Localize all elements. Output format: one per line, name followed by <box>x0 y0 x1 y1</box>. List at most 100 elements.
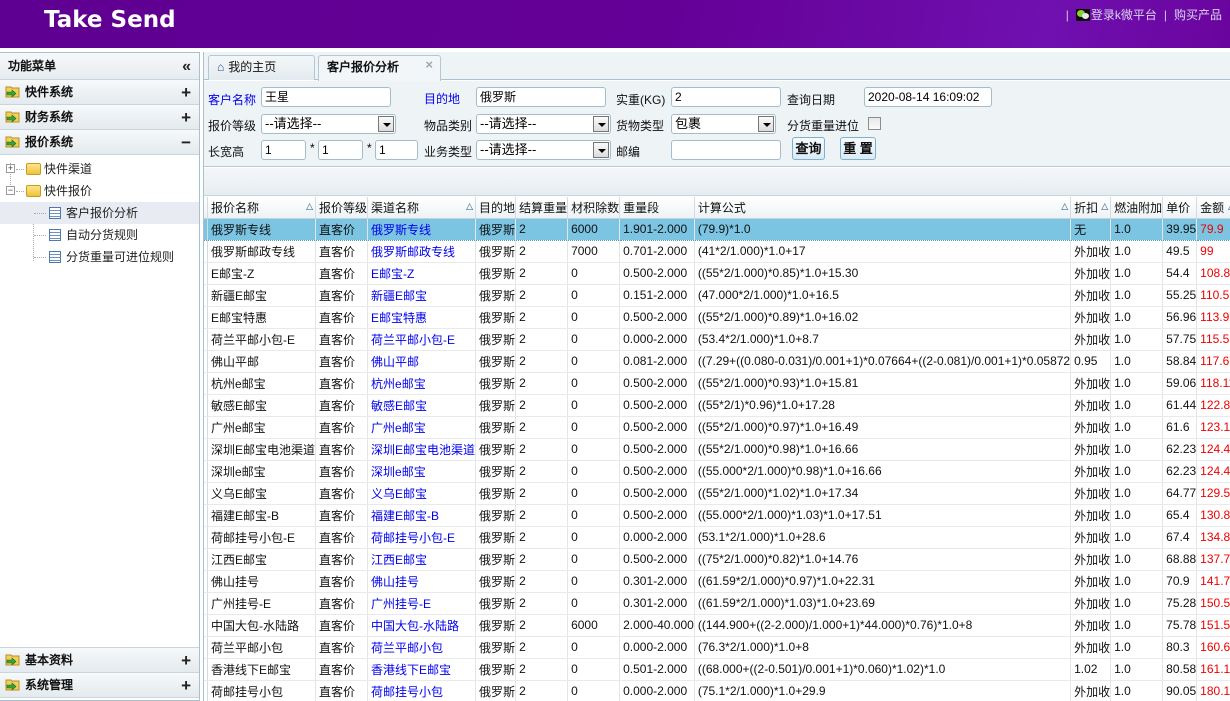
expand-icon[interactable]: + <box>181 673 191 698</box>
column-header-weight-range[interactable]: 重量段 <box>619 197 695 219</box>
tree-collapse-icon[interactable]: − <box>6 186 15 195</box>
cell-channel-name[interactable]: 佛山挂号 <box>367 570 477 593</box>
width-input[interactable]: 1 <box>318 140 363 160</box>
collapse-icon[interactable]: − <box>181 130 191 155</box>
table-row[interactable]: 义乌E邮宝 直客价 义乌E邮宝 俄罗斯 2 0 0.500-2.000 ((55*2/1.00… <box>204 482 1230 505</box>
expand-icon[interactable]: + <box>181 648 191 673</box>
table-row[interactable]: 香港线下E邮宝 直客价 香港线下E邮宝 俄罗斯 2 0 0.501-2.000 ((68.00… <box>204 658 1230 681</box>
table-row[interactable]: 新疆E邮宝 直客价 新疆E邮宝 俄罗斯 2 0 0.151-2.000 (47.000*2/1… <box>204 284 1230 307</box>
tab-customer-quote-analysis[interactable]: 客户报价分析 × <box>318 55 441 81</box>
table-row[interactable]: 深圳E邮宝电池渠道 直客价 深圳E邮宝电池渠道 俄罗斯 2 0 0.500-2.000 ((5… <box>204 438 1230 461</box>
column-header-fuel-surcharge[interactable]: 燃油附加 <box>1110 197 1164 219</box>
query-date-input[interactable]: 2020-08-14 16:09:02 <box>864 87 992 107</box>
column-header-billing-weight[interactable]: 结算重量 <box>515 197 569 219</box>
cell-channel-name[interactable]: 俄罗斯专线 <box>367 218 477 241</box>
column-header-channel-name[interactable]: 渠道名称 △ <box>367 197 477 219</box>
chevron-down-icon[interactable] <box>378 116 394 132</box>
table-row[interactable]: 俄罗斯邮政专线 直客价 俄罗斯邮政专线 俄罗斯 2 7000 0.701-2.000 (41*… <box>204 240 1230 263</box>
height-input[interactable]: 1 <box>375 140 418 160</box>
buy-product-link[interactable]: 购买产品 <box>1174 6 1222 23</box>
cell-channel-name[interactable]: 杭州e邮宝 <box>367 372 477 395</box>
length-input[interactable]: 1 <box>261 140 306 160</box>
table-row[interactable]: 荷邮挂号小包-E 直客价 荷邮挂号小包-E 俄罗斯 2 0 0.000-2.000 (53.1… <box>204 526 1230 549</box>
expand-icon[interactable]: + <box>181 80 191 105</box>
table-row[interactable]: 广州e邮宝 直客价 广州e邮宝 俄罗斯 2 0 0.500-2.000 ((55*2/1.00… <box>204 416 1230 439</box>
wechat-login-link[interactable]: 登录k微平台 <box>1091 6 1157 23</box>
cargo-type-select[interactable]: 包裹 <box>671 114 776 134</box>
expand-icon[interactable]: + <box>181 105 191 130</box>
sidebar-section-basic-data[interactable]: 基本资料 + <box>0 648 199 673</box>
cell-channel-name[interactable]: E邮宝特惠 <box>367 306 477 329</box>
cell-channel-name[interactable]: E邮宝-Z <box>367 262 477 285</box>
cell-channel-name[interactable]: 佛山平邮 <box>367 350 477 373</box>
sort-icon[interactable]: △ <box>1101 201 1108 212</box>
table-row[interactable]: 广州挂号-E 直客价 广州挂号-E 俄罗斯 2 0 0.301-2.000 ((61.59*2… <box>204 592 1230 615</box>
tree-item-customer-quote-analysis[interactable]: 客户报价分析 <box>0 202 199 224</box>
column-header-quote-name[interactable]: 报价名称 △ <box>207 197 317 219</box>
sidebar-section-quote[interactable]: 报价系统 − <box>0 130 199 155</box>
tree-item-auto-split-rules[interactable]: 自动分货规则 <box>0 224 199 246</box>
customer-name-input[interactable]: 王星 <box>261 87 391 107</box>
column-header-volume-divisor[interactable]: 材积除数 <box>567 197 621 219</box>
destination-input[interactable]: 俄罗斯 <box>476 87 606 107</box>
weight-input[interactable]: 2 <box>671 87 781 107</box>
column-header-formula[interactable]: 计算公式 △ <box>694 197 1072 219</box>
column-header-discount[interactable]: 折扣 △ <box>1070 197 1112 219</box>
sort-icon[interactable]: △ <box>306 201 313 212</box>
query-button[interactable]: 查询 <box>792 137 825 160</box>
cell-channel-name[interactable]: 荷兰平邮小包-E <box>367 328 477 351</box>
cell-channel-name[interactable]: 广州挂号-E <box>367 592 477 615</box>
chevron-down-icon[interactable] <box>593 116 609 132</box>
tree-item-express-quote[interactable]: − 快件报价 <box>0 180 199 202</box>
cell-channel-name[interactable]: 俄罗斯邮政专线 <box>367 240 477 263</box>
cell-channel-name[interactable]: 荷邮挂号小包-E <box>367 526 477 549</box>
sidebar-section-finance[interactable]: 财务系统 + <box>0 105 199 130</box>
cell-channel-name[interactable]: 广州e邮宝 <box>367 416 477 439</box>
table-row[interactable]: 俄罗斯专线 直客价 俄罗斯专线 俄罗斯 2 6000 1.901-2.000 (79.9)*1… <box>204 218 1230 241</box>
table-row[interactable]: 荷兰平邮小包 直客价 荷兰平邮小包 俄罗斯 2 0 0.000-2.000 (76.3*2/1… <box>204 636 1230 659</box>
table-row[interactable]: 杭州e邮宝 直客价 杭州e邮宝 俄罗斯 2 0 0.500-2.000 ((55*2/1.00… <box>204 372 1230 395</box>
cell-channel-name[interactable]: 深圳e邮宝 <box>367 460 477 483</box>
table-row[interactable]: 荷兰平邮小包-E 直客价 荷兰平邮小包-E 俄罗斯 2 0 0.000-2.000 (53.4… <box>204 328 1230 351</box>
column-header-amount[interactable]: 金额△ <box>1196 197 1230 219</box>
cell-channel-name[interactable]: 福建E邮宝-B <box>367 504 477 527</box>
tab-home[interactable]: ⌂ 我的主页 <box>208 55 315 80</box>
goods-category-select[interactable]: --请选择-- <box>476 114 611 134</box>
table-row[interactable]: 深圳e邮宝 直客价 深圳e邮宝 俄罗斯 2 0 0.500-2.000 ((55.000*2/… <box>204 460 1230 483</box>
cell-channel-name[interactable]: 中国大包-水陆路 <box>367 614 477 637</box>
sort-icon[interactable]: △ <box>1061 201 1068 212</box>
cell-channel-name[interactable]: 江西E邮宝 <box>367 548 477 571</box>
split-weight-carry-checkbox[interactable] <box>868 117 881 130</box>
table-row[interactable]: 佛山挂号 直客价 佛山挂号 俄罗斯 2 0 0.301-2.000 ((61.59*2/1.0… <box>204 570 1230 593</box>
chevron-down-icon[interactable] <box>593 142 609 158</box>
business-type-select[interactable]: --请选择-- <box>476 140 611 160</box>
cell-channel-name[interactable]: 深圳E邮宝电池渠道 <box>367 438 477 461</box>
table-row[interactable]: 福建E邮宝-B 直客价 福建E邮宝-B 俄罗斯 2 0 0.500-2.000 ((55.00… <box>204 504 1230 527</box>
column-header-unit-price[interactable]: 单价 <box>1162 197 1198 219</box>
table-row[interactable]: E邮宝特惠 直客价 E邮宝特惠 俄罗斯 2 0 0.500-2.000 ((55*2/1.00… <box>204 306 1230 329</box>
cell-channel-name[interactable]: 荷邮挂号小包 <box>367 680 477 701</box>
cell-channel-name[interactable]: 新疆E邮宝 <box>367 284 477 307</box>
collapse-sidebar-icon[interactable]: « <box>182 53 191 80</box>
sort-icon[interactable]: △ <box>466 201 473 212</box>
reset-button[interactable]: 重 置 <box>840 137 876 160</box>
cell-channel-name[interactable]: 敏感E邮宝 <box>367 394 477 417</box>
column-header-quote-level[interactable]: 报价等级 <box>315 197 369 219</box>
quote-level-select[interactable]: --请选择-- <box>261 114 396 134</box>
cell-channel-name[interactable]: 荷兰平邮小包 <box>367 636 477 659</box>
table-row[interactable]: 中国大包-水陆路 直客价 中国大包-水陆路 俄罗斯 2 6000 2.000-40.000(… <box>204 614 1230 637</box>
table-row[interactable]: 敏感E邮宝 直客价 敏感E邮宝 俄罗斯 2 0 0.500-2.000 ((55*2/1)*0… <box>204 394 1230 417</box>
zip-input[interactable] <box>671 140 781 160</box>
sidebar-section-express[interactable]: 快件系统 + <box>0 80 199 105</box>
tree-item-split-weight-carry-rules[interactable]: 分货重量可进位规则 <box>0 246 199 268</box>
chevron-down-icon[interactable] <box>758 116 774 132</box>
close-icon[interactable]: × <box>425 53 433 76</box>
table-row[interactable]: 江西E邮宝 直客价 江西E邮宝 俄罗斯 2 0 0.500-2.000 ((75*2/1.00… <box>204 548 1230 571</box>
tree-item-express-channel[interactable]: + 快件渠道 <box>0 158 199 180</box>
cell-channel-name[interactable]: 义乌E邮宝 <box>367 482 477 505</box>
column-header-destination[interactable]: 目的地 <box>475 197 517 219</box>
sidebar-section-system-admin[interactable]: 系统管理 + <box>0 673 199 698</box>
tree-expand-icon[interactable]: + <box>6 164 15 173</box>
table-row[interactable]: 荷邮挂号小包 直客价 荷邮挂号小包 俄罗斯 2 0 0.000-2.000 (75.1*2/1… <box>204 680 1230 701</box>
cell-channel-name[interactable]: 香港线下E邮宝 <box>367 658 477 681</box>
